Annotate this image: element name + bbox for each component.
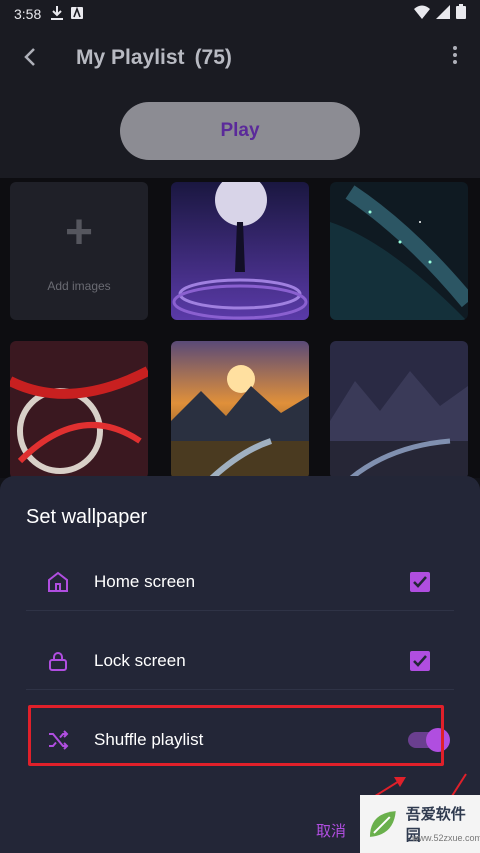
download-icon: [51, 5, 64, 23]
leaf-logo-icon: [369, 811, 396, 837]
add-images-tile[interactable]: + Add images: [10, 182, 148, 320]
lock-icon: [36, 649, 80, 673]
sheet-title: Set wallpaper: [26, 506, 148, 528]
add-images-label: Add images: [47, 279, 111, 293]
chevron-left-icon: [24, 47, 35, 66]
watermark-url: www.52zxue.com: [412, 833, 480, 843]
page-title: My Playlist (75): [76, 46, 232, 70]
wallpaper-thumbnail[interactable]: [10, 341, 148, 479]
more-options-button[interactable]: [430, 45, 480, 71]
home-screen-label: Home screen: [94, 572, 196, 591]
signal-icon: [436, 4, 450, 24]
lock-screen-option[interactable]: Lock screen: [26, 631, 454, 691]
checkmark-icon: [413, 655, 427, 667]
lock-screen-label: Lock screen: [94, 651, 186, 670]
plus-icon: +: [64, 206, 94, 259]
status-time: 3:58: [14, 6, 42, 22]
play-button[interactable]: Play: [120, 102, 360, 160]
wifi-icon: [414, 5, 430, 24]
home-screen-checkbox[interactable]: [410, 572, 430, 592]
battery-icon: [456, 4, 466, 24]
checkmark-icon: [413, 576, 427, 588]
lock-screen-checkbox[interactable]: [410, 651, 430, 671]
wallpaper-thumbnail[interactable]: [171, 341, 309, 479]
back-button[interactable]: [0, 43, 60, 74]
wallpaper-grid: + Add images: [0, 178, 480, 479]
watermark-logo: 吾爱软件园 www.52zxue.com: [360, 795, 480, 853]
divider: [26, 610, 454, 611]
wallpaper-thumbnail[interactable]: [330, 341, 468, 479]
more-vert-icon: [453, 46, 457, 64]
home-screen-option[interactable]: Home screen: [26, 552, 454, 612]
divider: [26, 689, 454, 690]
wallpaper-thumbnail[interactable]: [171, 182, 309, 320]
playlist-name: My Playlist: [76, 46, 185, 69]
home-icon: [36, 570, 80, 594]
play-section: Play: [0, 88, 480, 178]
status-bar: 3:58: [0, 0, 480, 28]
cancel-button[interactable]: 取消: [316, 820, 346, 841]
playlist-count: (75): [194, 46, 232, 69]
wallpaper-thumbnail[interactable]: [330, 182, 468, 320]
app-bar: My Playlist (75): [0, 28, 480, 88]
annotation-highlight: [28, 705, 444, 766]
notification-a-icon: [71, 6, 84, 22]
